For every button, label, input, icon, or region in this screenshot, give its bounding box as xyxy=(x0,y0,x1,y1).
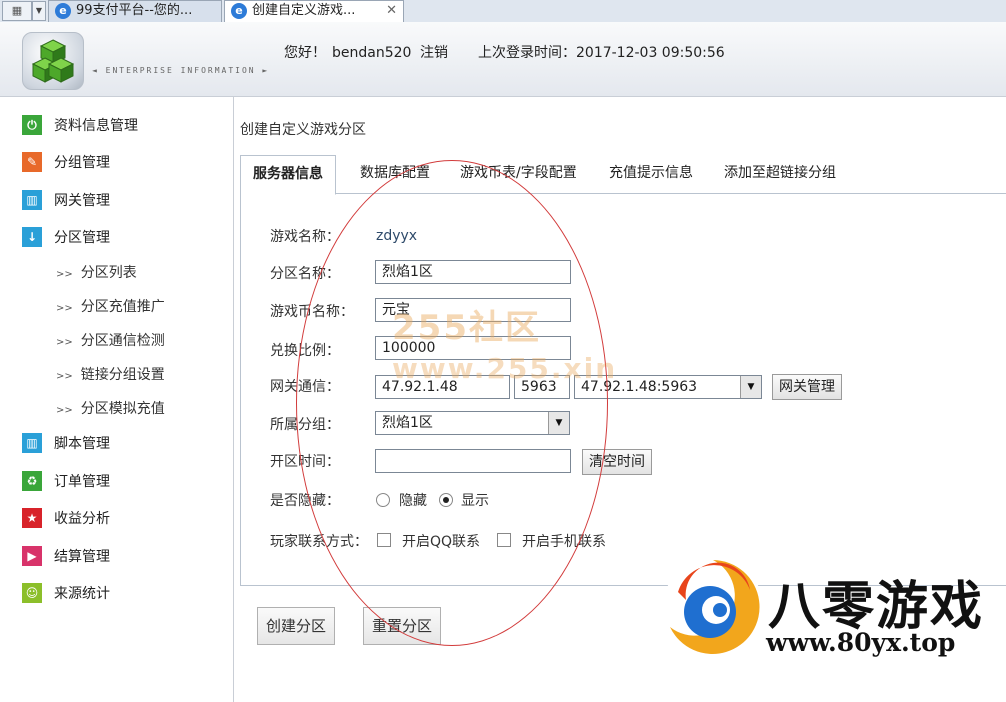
close-tab-icon[interactable]: ✕ xyxy=(386,1,397,21)
sidebar-item-profile[interactable]: ⏻ 资料信息管理 xyxy=(22,115,138,137)
logo-cubes-icon xyxy=(22,32,84,90)
clear-time-button[interactable]: 清空时间 xyxy=(582,449,652,475)
last-login-time: 上次登录时间：2017-12-03 09:50:56 xyxy=(478,45,725,61)
sidebar-subitem-zone-list[interactable]: >> 分区列表 xyxy=(56,263,137,285)
pencil-icon: ✎ xyxy=(22,152,42,172)
logout-link[interactable]: 注销 xyxy=(420,42,448,62)
sidebar-subitem-zone-promo[interactable]: >> 分区充值推广 xyxy=(56,297,165,319)
gateway-label: 网关通信： xyxy=(270,379,340,395)
create-zone-button[interactable]: 创建分区 xyxy=(257,607,336,645)
content-tabs: 服务器信息 数据库配置 游戏币表/字段配置 充值提示信息 添加至超链接分组 xyxy=(240,155,1006,195)
gateway-select[interactable]: 47.92.1.48:5963 ▼ xyxy=(574,375,762,399)
brand-url: www.80yx.top xyxy=(766,628,956,657)
sidebar-item-revenue[interactable]: ★ 收益分析 xyxy=(22,508,110,530)
game-name-label: 游戏名称： xyxy=(270,229,340,245)
sidebar-item-zones[interactable]: ↓ 分区管理 xyxy=(22,227,110,249)
tab-dropdown-icon[interactable]: ▼ xyxy=(32,1,46,21)
ie-icon: e xyxy=(231,3,247,19)
sidebar-item-groups[interactable]: ✎ 分组管理 xyxy=(22,152,110,174)
grid-icon: ▥ xyxy=(22,190,42,210)
chevron-down-icon: ▼ xyxy=(740,376,761,398)
reset-zone-button[interactable]: 重置分区 xyxy=(363,607,442,645)
username: bendan520 xyxy=(332,45,412,61)
tab-grid-icon[interactable]: ▦ xyxy=(2,1,32,21)
gateway-ip-input[interactable]: 47.92.1.48 xyxy=(375,375,510,399)
recycle-icon: ♻ xyxy=(22,471,42,491)
hidden-radio-hide[interactable] xyxy=(376,493,390,507)
currency-name-input[interactable]: 元宝 xyxy=(375,298,571,322)
double-arrow-icon: >> xyxy=(56,303,73,314)
group-label: 所属分组： xyxy=(270,417,340,433)
hidden-option-show: 显示 xyxy=(461,493,489,509)
group-select[interactable]: 烈焰1区 ▼ xyxy=(375,411,570,435)
chevron-down-icon: ▼ xyxy=(548,412,569,434)
tab-database[interactable]: 数据库配置 xyxy=(360,155,430,193)
greeting-text: 您好！ xyxy=(284,45,326,61)
open-time-input[interactable] xyxy=(375,449,571,473)
power-icon: ⏻ xyxy=(22,115,42,135)
gateway-manage-button[interactable]: 网关管理 xyxy=(772,374,842,400)
sidebar-subitem-sim-recharge[interactable]: >> 分区模拟充值 xyxy=(56,399,165,421)
contact-phone-checkbox[interactable] xyxy=(497,533,511,547)
star-icon: ★ xyxy=(22,508,42,528)
sidebar-subitem-zone-check[interactable]: >> 分区通信检测 xyxy=(56,331,165,353)
double-arrow-icon: >> xyxy=(56,405,73,416)
smile-icon: ☺ xyxy=(22,583,42,603)
zone-name-input[interactable]: 烈焰1区 xyxy=(375,260,571,284)
hidden-option-hide: 隐藏 xyxy=(399,493,427,509)
sidebar-item-sources[interactable]: ☺ 来源统计 xyxy=(22,583,110,605)
grid-icon: ▥ xyxy=(22,433,42,453)
double-arrow-icon: >> xyxy=(56,269,73,280)
double-arrow-icon: >> xyxy=(56,337,73,348)
gateway-port-input[interactable]: 5963 xyxy=(514,375,570,399)
sidebar-item-settlement[interactable]: ▶ 结算管理 xyxy=(22,546,110,568)
game-name-value: zdyyx xyxy=(376,228,418,244)
ie-icon: e xyxy=(55,3,71,19)
sidebar-item-orders[interactable]: ♻ 订单管理 xyxy=(22,471,110,493)
sidebar-item-scripts[interactable]: ▥ 脚本管理 xyxy=(22,433,110,455)
hidden-radio-show[interactable] xyxy=(439,493,453,507)
contact-qq-checkbox[interactable] xyxy=(377,533,391,547)
browser-tab-payment[interactable]: e 99支付平台--您的... xyxy=(48,0,222,22)
hidden-label: 是否隐藏： xyxy=(270,493,340,509)
page-title: 创建自定义游戏分区 xyxy=(240,122,366,138)
tab-recharge-tips[interactable]: 充值提示信息 xyxy=(609,155,693,193)
double-arrow-icon: >> xyxy=(56,371,73,382)
sidebar-subitem-link-groups[interactable]: >> 链接分组设置 xyxy=(56,365,165,387)
zone-name-label: 分区名称： xyxy=(270,266,340,282)
greeting: 您好！ bendan520 xyxy=(284,42,417,62)
browser-tab-bar: ▦ ▼ e 99支付平台--您的... e 创建自定义游戏... ✕ xyxy=(0,0,1006,23)
currency-name-label: 游戏币名称： xyxy=(270,304,354,320)
browser-tab-create-zone[interactable]: e 创建自定义游戏... ✕ xyxy=(224,0,404,22)
contact-label: 玩家联系方式： xyxy=(270,534,368,550)
contact-qq-label: 开启QQ联系 xyxy=(402,534,481,550)
sidebar-item-gateway[interactable]: ▥ 网关管理 xyxy=(22,190,110,212)
exchange-ratio-input[interactable]: 100000 xyxy=(375,336,571,360)
contact-phone-label: 开启手机联系 xyxy=(522,534,606,550)
tab-currency-fields[interactable]: 游戏币表/字段配置 xyxy=(460,155,577,193)
logo-caption: ◄ ENTERPRISE INFORMATION ► xyxy=(92,66,270,75)
tab-link-group[interactable]: 添加至超链接分组 xyxy=(724,155,836,193)
exchange-ratio-label: 兑换比例： xyxy=(270,343,340,359)
tab-server-info[interactable]: 服务器信息 xyxy=(240,155,336,195)
open-time-label: 开区时间： xyxy=(270,454,340,470)
play-icon: ▶ xyxy=(22,546,42,566)
arrow-down-icon: ↓ xyxy=(22,227,42,247)
app-header: ◄ ENTERPRISE INFORMATION ► 您好！ bendan520 … xyxy=(0,22,1006,97)
